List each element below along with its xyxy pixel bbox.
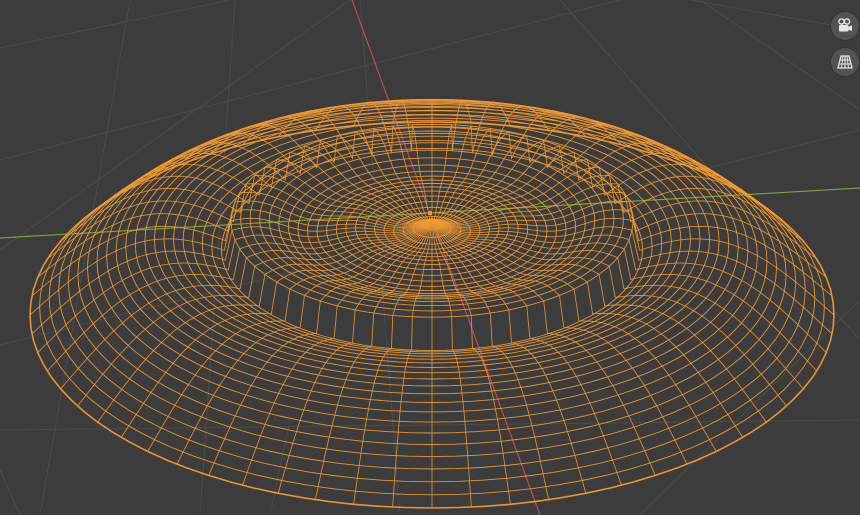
torus-wireframe-mesh[interactable] [29,98,835,509]
wireframe-meridian [147,219,433,452]
grid-line [0,0,231,49]
grid-line [269,419,291,515]
perspective-toggle-button[interactable]: grid-perspective-icon [831,48,859,76]
object-origin-dot [426,209,434,217]
grid-line [0,469,21,515]
grid-perspective-icon [837,55,853,69]
grid-line [639,299,860,515]
floor-grid [0,0,860,515]
3d-viewport[interactable]: camera-icon grid-perspective-icon [0,0,860,515]
camera-view-button[interactable]: camera-icon [831,12,859,40]
viewport-scene [0,0,860,515]
camera-icon [838,18,852,32]
